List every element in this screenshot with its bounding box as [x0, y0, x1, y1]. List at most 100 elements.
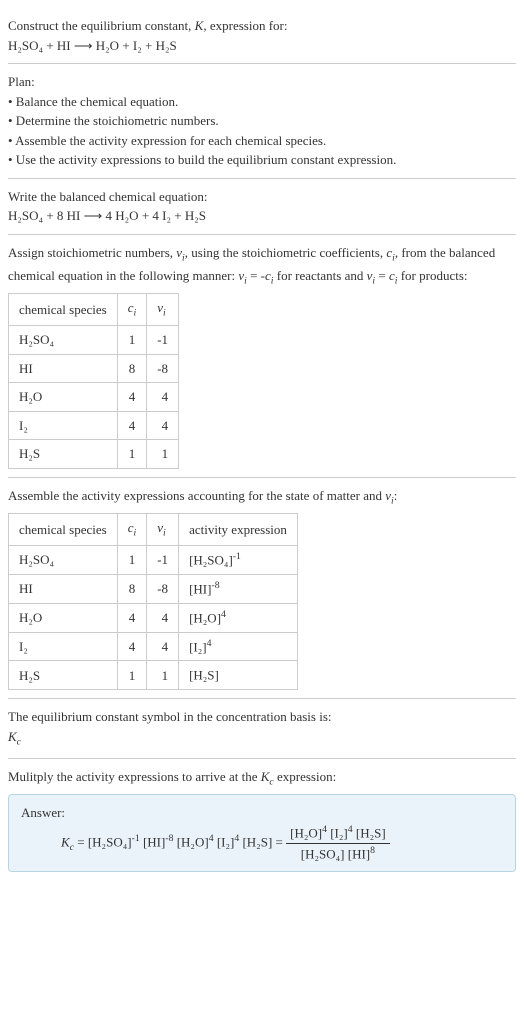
- plan-section: Plan: • Balance the chemical equation. •…: [8, 64, 516, 179]
- assign-t5: for reactants and: [274, 268, 367, 283]
- ans-dene1: 8: [370, 845, 375, 856]
- assemble-colon: :: [394, 488, 398, 503]
- ans-num1: [H₂O]: [290, 825, 322, 840]
- th-ci: ci: [117, 293, 147, 325]
- table-row: H₂S11[H₂S]: [9, 661, 298, 690]
- cell-n: 4: [147, 383, 179, 412]
- multiply-t2: expression:: [274, 769, 336, 784]
- assign-t4: = -: [247, 268, 265, 283]
- symbol-text: The equilibrium constant symbol in the c…: [8, 707, 516, 727]
- table-header-row: chemical species ci νi: [9, 293, 179, 325]
- cell-species: H₂S: [9, 661, 118, 690]
- cell-n: 1: [147, 661, 179, 690]
- assign-section: Assign stoichiometric numbers, νi, using…: [8, 235, 516, 478]
- cell-species: H₂SO₄: [9, 546, 118, 575]
- ae-base: [H₂SO₄]: [189, 552, 233, 567]
- ans-eq-1: =: [74, 834, 88, 849]
- ae-base: [H₂S]: [189, 668, 219, 683]
- th-activity: activity expression: [179, 513, 298, 545]
- cell-n: 4: [147, 603, 179, 632]
- th-nui: νi: [147, 293, 179, 325]
- ans-denominator: [H₂SO₄] [HI]8: [286, 844, 390, 864]
- th-nui: νi: [147, 513, 179, 545]
- stoichiometric-table: chemical species ci νi H₂SO₄1-1 HI8-8 H₂…: [8, 293, 179, 469]
- cell-c: 8: [117, 574, 147, 603]
- cell-species: H₂O: [9, 603, 118, 632]
- ae-base: [I₂]: [189, 639, 207, 654]
- th-c-i: i: [134, 308, 137, 319]
- cell-activity: [HI]-8: [179, 574, 298, 603]
- ae-base: [H₂O]: [189, 610, 221, 625]
- th-n-i: i: [163, 527, 166, 538]
- ans-numerator: [H₂O]4 [I₂]4 [H₂S]: [286, 823, 390, 844]
- ans-t5: [H₂S] =: [239, 834, 286, 849]
- multiply-t1: Mulitply the activity expressions to arr…: [8, 769, 261, 784]
- ans-den1: [H₂SO₄] [HI]: [301, 846, 370, 861]
- table-row: H₂O 4 4[H₂O]4: [9, 603, 298, 632]
- table-row: I₂44[I₂]4: [9, 632, 298, 661]
- cell-n: -8: [147, 354, 179, 383]
- ans-fraction: [H₂O]4 [I₂]4 [H₂S][H₂SO₄] [HI]8: [286, 823, 390, 864]
- th-species: chemical species: [9, 293, 118, 325]
- table-header-row: chemical species ci νi activity expressi…: [9, 513, 298, 545]
- cell-n: 4: [147, 411, 179, 440]
- plan-bullet-1: • Balance the chemical equation.: [8, 92, 516, 112]
- assign-t6: =: [375, 268, 389, 283]
- plan-bullet-4: • Use the activity expressions to build …: [8, 150, 516, 170]
- table-row: H₂O44: [9, 383, 179, 412]
- answer-label: Answer:: [21, 803, 503, 823]
- th-c-i: i: [134, 527, 137, 538]
- cell-c: 4: [117, 632, 147, 661]
- cell-species: H₂S: [9, 440, 118, 469]
- cell-c: 4: [117, 383, 147, 412]
- ans-t2: [HI]: [140, 834, 166, 849]
- cell-c: 1: [117, 440, 147, 469]
- multiply-section: Mulitply the activity expressions to arr…: [8, 759, 516, 880]
- ae-exp: 4: [221, 609, 226, 620]
- cell-species: HI: [9, 574, 118, 603]
- intro-section: Construct the equilibrium constant, K, e…: [8, 8, 516, 64]
- table-row: HI8-8[HI]-8: [9, 574, 298, 603]
- cell-activity: [I₂]4: [179, 632, 298, 661]
- assign-t1: Assign stoichiometric numbers,: [8, 245, 176, 260]
- symbol-kc: Kc: [8, 727, 516, 750]
- ans-t4: [I₂]: [214, 834, 235, 849]
- ans-num3: [H₂S]: [353, 825, 386, 840]
- table-row: H₂S11: [9, 440, 179, 469]
- assemble-t1: Assemble the activity expressions accoun…: [8, 488, 385, 503]
- plan-bullet-3: • Assemble the activity expression for e…: [8, 131, 516, 151]
- activity-table: chemical species ci νi activity expressi…: [8, 513, 298, 690]
- balanced-section: Write the balanced chemical equation: H₂…: [8, 179, 516, 235]
- symbol-c: c: [17, 736, 21, 747]
- cell-n: -1: [147, 546, 179, 575]
- ae-base: [HI]: [189, 581, 211, 596]
- cell-species: H₂SO₄: [9, 326, 118, 355]
- cell-n: 4: [147, 632, 179, 661]
- symbol-k: K: [8, 729, 17, 744]
- answer-box: Answer: Kc = [H₂SO₄]-1 [HI]-8 [H₂O]4 [I₂…: [8, 794, 516, 872]
- cell-c: 1: [117, 661, 147, 690]
- cell-n: -1: [147, 326, 179, 355]
- intro-line: Construct the equilibrium constant, K, e…: [8, 16, 516, 36]
- multiply-text: Mulitply the activity expressions to arr…: [8, 767, 516, 790]
- cell-activity: [H₂S]: [179, 661, 298, 690]
- cell-activity: [H₂SO₄]-1: [179, 546, 298, 575]
- balanced-title: Write the balanced chemical equation:: [8, 187, 516, 207]
- cell-c: 1: [117, 326, 147, 355]
- cell-species: HI: [9, 354, 118, 383]
- cell-activity: [H₂O]4: [179, 603, 298, 632]
- intro-equation: H₂SO₄ + HI ⟶ H₂O + I₂ + H₂S: [8, 36, 516, 56]
- cell-species: I₂: [9, 411, 118, 440]
- ans-t3: [H₂O]: [173, 834, 208, 849]
- th-ci: ci: [117, 513, 147, 545]
- th-n-i: i: [163, 308, 166, 319]
- cell-n: -8: [147, 574, 179, 603]
- table-row: H₂SO₄1-1[H₂SO₄]-1: [9, 546, 298, 575]
- ans-e1: -1: [132, 833, 140, 844]
- assemble-text: Assemble the activity expressions accoun…: [8, 486, 516, 509]
- ans-t1: [H₂SO₄]: [88, 834, 132, 849]
- plan-bullet-2: • Determine the stoichiometric numbers.: [8, 111, 516, 131]
- cell-c: 1: [117, 546, 147, 575]
- assign-t7: for products:: [397, 268, 467, 283]
- table-row: I₂44: [9, 411, 179, 440]
